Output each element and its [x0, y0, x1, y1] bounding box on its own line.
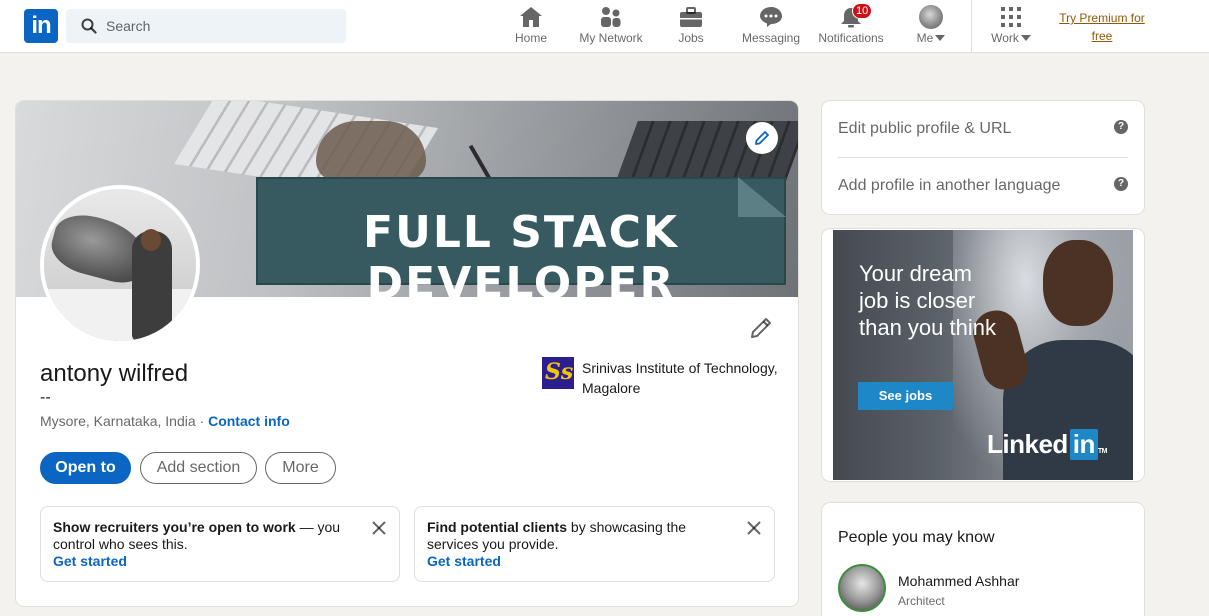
profile-headline: --	[40, 389, 51, 406]
edit-intro-button[interactable]	[749, 316, 773, 345]
close-icon[interactable]	[372, 521, 386, 535]
nav-work-label: Work	[991, 31, 1019, 45]
tip-title: Show recruiters you’re open to work	[53, 519, 296, 535]
get-started-link[interactable]: Get started	[53, 553, 387, 570]
nav-messaging-label: Messaging	[741, 31, 801, 45]
nav-work[interactable]: Work	[985, 4, 1037, 50]
school-logo: Ss	[542, 357, 574, 389]
pymk-title: People you may know	[838, 529, 995, 546]
profile-location: Mysore, Karnataka, India	[40, 413, 196, 429]
profile-settings-card: Edit public profile & URL ? Add profile …	[822, 101, 1144, 214]
nav-my-network[interactable]: My Network	[571, 4, 651, 50]
banner-sign: FULL STACK DEVELOPER	[256, 177, 786, 297]
notifications-badge: 10	[852, 3, 873, 19]
school-logo-text: Ss	[545, 359, 574, 385]
person-name[interactable]: Mohammed Ashhar	[898, 573, 1019, 589]
edit-banner-button[interactable]	[746, 122, 778, 154]
ad-headline: Your dream job is closer than you think	[859, 261, 996, 340]
jobs-ad-card[interactable]: Your dream job is closer than you think …	[822, 229, 1144, 481]
linkedin-logo[interactable]: in	[24, 9, 58, 43]
open-to-button[interactable]: Open to	[40, 452, 131, 484]
avatar-icon	[919, 5, 943, 29]
add-language-profile-link[interactable]: Add profile in another language ?	[838, 158, 1128, 214]
avatar[interactable]	[838, 564, 886, 612]
nav-divider	[971, 0, 972, 52]
nav-notifications-label: Notifications	[818, 31, 884, 45]
messaging-icon	[760, 7, 782, 27]
pencil-icon	[751, 318, 771, 338]
profile-card: FULL STACK DEVELOPER antony wilfred -- M…	[16, 101, 798, 606]
tip-title: Find potential clients	[427, 519, 568, 535]
try-premium-link[interactable]: Try Premium for free	[1050, 9, 1154, 45]
edit-public-profile-link[interactable]: Edit public profile & URL ?	[838, 101, 1128, 157]
school-name: Srinivas Institute of Technology, Magalo…	[582, 360, 778, 396]
add-section-button[interactable]: Add section	[140, 452, 257, 484]
network-icon	[601, 7, 621, 27]
nav-me-label: Me	[916, 31, 934, 45]
people-you-may-know-card: People you may know Mohammed Ashhar Arch…	[822, 503, 1144, 616]
nav-jobs-label: Jobs	[678, 31, 704, 45]
nav-my-network-label: My Network	[579, 31, 643, 45]
profile-photo[interactable]	[40, 185, 200, 345]
chevron-down-icon	[1020, 35, 1031, 41]
add-language-profile-label: Add profile in another language	[838, 177, 1061, 194]
ad-image: Your dream job is closer than you think …	[833, 230, 1133, 480]
grid-icon	[1001, 7, 1021, 27]
chevron-down-icon	[935, 35, 946, 41]
contact-info-link[interactable]: Contact info	[208, 413, 290, 429]
nav-notifications[interactable]: 10 Notifications	[813, 3, 889, 50]
banner-text: FULL STACK DEVELOPER	[363, 207, 679, 297]
close-icon[interactable]	[747, 521, 761, 535]
global-nav: in Home My Network	[0, 0, 1209, 53]
find-clients-tip: Find potential clients by showcasing the…	[414, 506, 775, 582]
briefcase-icon	[680, 7, 702, 27]
help-icon[interactable]: ?	[1114, 120, 1128, 134]
search-icon	[81, 18, 97, 34]
open-to-work-tip: Show recruiters you’re open to work — yo…	[40, 506, 400, 582]
home-icon	[520, 7, 542, 27]
search-box[interactable]	[66, 9, 346, 43]
location-separator: ·	[195, 413, 209, 429]
nav-jobs[interactable]: Jobs	[666, 4, 716, 50]
profile-name: antony wilfred	[40, 360, 189, 387]
help-icon[interactable]: ?	[1114, 177, 1128, 191]
nav-messaging[interactable]: Messaging	[736, 4, 806, 50]
linkedin-ad-logo: Linked in TM	[987, 429, 1108, 460]
more-button[interactable]: More	[265, 452, 336, 484]
get-started-link[interactable]: Get started	[427, 553, 762, 570]
nav-me[interactable]: Me	[906, 4, 956, 50]
profile-location-row: Mysore, Karnataka, India · Contact info	[40, 413, 290, 429]
nav-home[interactable]: Home	[506, 4, 556, 50]
search-input[interactable]	[106, 9, 336, 43]
person-role: Architect	[898, 594, 945, 608]
nav-home-label: Home	[514, 31, 547, 45]
pencil-icon	[755, 131, 769, 145]
edit-public-profile-label: Edit public profile & URL	[838, 120, 1012, 137]
see-jobs-button[interactable]: See jobs	[858, 382, 953, 410]
